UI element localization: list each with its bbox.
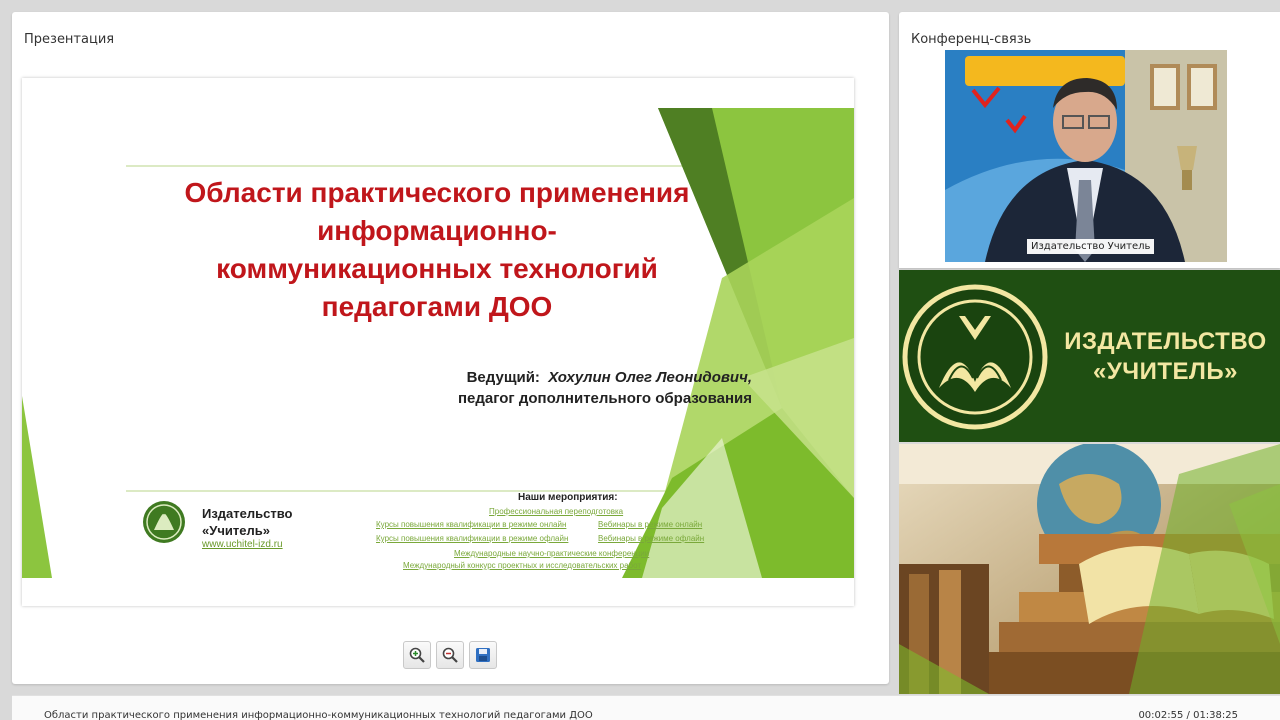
slide-title: Области практического применения информа… [132,174,742,326]
slide-title-line: педагогами ДОО [321,291,553,322]
events-heading: Наши мероприятия: [518,492,618,503]
books-globe-illustration [899,444,1280,694]
video-participant-label: Издательство Учитель [1027,239,1155,254]
playback-time: 00:02:55 / 01:38:25 [1138,710,1238,720]
zoom-out-icon [442,647,458,663]
slide-title-line: коммуникационных технологий [216,253,658,284]
slide-title-line: информационно- [317,215,557,246]
publisher-line: Издательство [202,506,293,521]
presentation-slide: Области практического применения информа… [22,78,854,606]
zoom-in-icon [409,647,425,663]
conference-panel-title: Конференц-связь [911,32,1032,47]
publisher-line: «Учитель» [202,523,270,538]
banner-line: «УЧИТЕЛЬ» [1093,358,1238,385]
slide-publisher-name: Издательство «Учитель» [202,505,293,539]
presenter-name: Хохулин Олег Леонидович, [548,369,752,386]
slide-publisher-url[interactable]: www.uchitel-izd.ru [202,539,283,550]
slide-presenter: Ведущий: Хохулин Олег Леонидович, педаго… [362,367,752,409]
floppy-disk-icon [476,648,490,662]
banner-line: ИЗДАТЕЛЬСТВО [1064,328,1267,355]
presenter-label: Ведущий: [466,369,540,386]
save-button[interactable] [469,641,497,669]
publisher-banner-text: ИЗДАТЕЛЬСТВО «УЧИТЕЛЬ» [1058,327,1273,387]
zoom-out-button[interactable] [436,641,464,669]
books-image [899,444,1280,694]
event-link[interactable]: Курсы повышения квалификации в режиме он… [376,520,566,529]
slide-title-line: Области практического применения [184,177,690,208]
video-frame [945,50,1227,262]
presentation-panel-title: Презентация [24,32,115,47]
event-link[interactable]: Международные научно-практические конфер… [454,549,649,558]
conference-video[interactable] [945,50,1227,262]
event-link[interactable]: Вебинары в режиме офлайн [598,534,704,543]
status-presentation-title: Области практического применения информа… [44,710,593,720]
event-link[interactable]: Курсы повышения квалификации в режиме оф… [376,534,568,543]
event-link[interactable]: Международный конкурс проектных и исслед… [403,561,641,570]
status-bar: Области практического применения информа… [12,695,1280,720]
presenter-role: педагог дополнительного образования [457,390,752,407]
zoom-in-button[interactable] [403,641,431,669]
event-link[interactable]: Вебинары в режиме онлайн [598,520,702,529]
event-link[interactable]: Профессиональная переподготовка [489,507,623,516]
